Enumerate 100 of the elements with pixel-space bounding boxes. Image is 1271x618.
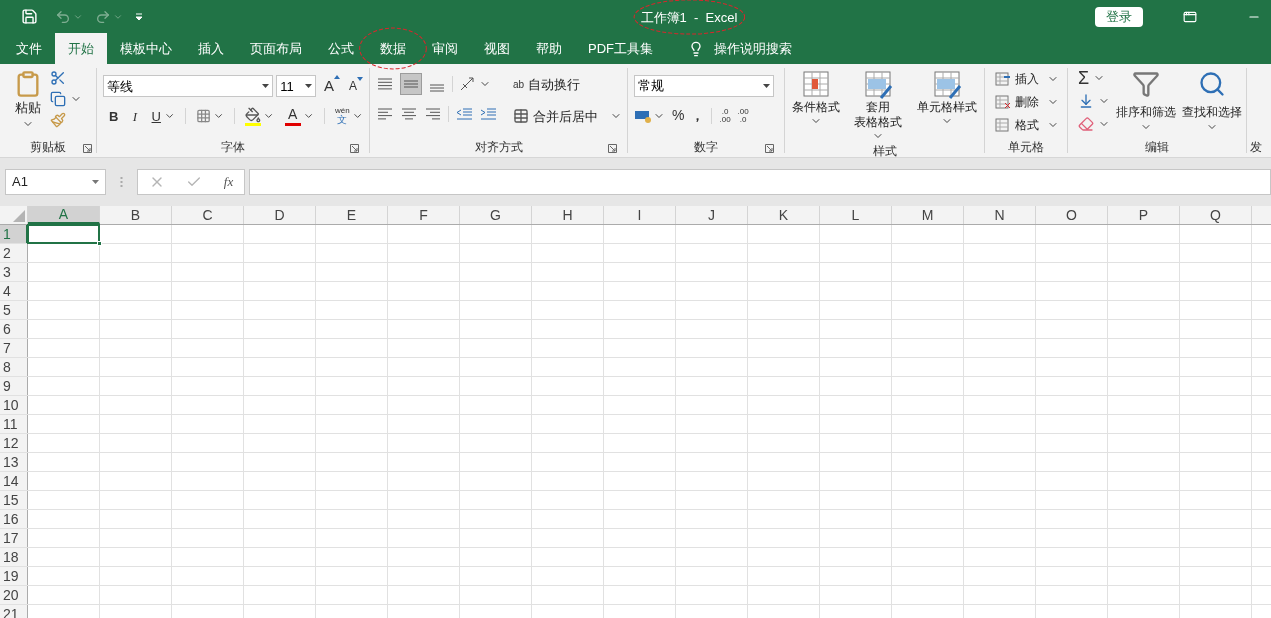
align-center-icon[interactable] <box>400 106 418 122</box>
comma-button[interactable]: ， <box>691 105 705 126</box>
active-cell[interactable] <box>27 224 100 244</box>
column-header[interactable]: C <box>172 206 244 224</box>
dialog-launcher-icon[interactable] <box>350 144 359 153</box>
row-header[interactable]: 13 <box>0 453 28 471</box>
copy-icon[interactable] <box>50 91 66 107</box>
column-header[interactable]: I <box>604 206 676 224</box>
ribbon-tab[interactable]: 公式 <box>315 33 367 64</box>
row-header[interactable]: 10 <box>0 396 28 414</box>
merge-center-button[interactable]: 合并后居中 <box>513 106 622 126</box>
column-header[interactable]: N <box>964 206 1036 224</box>
ribbon-tab[interactable]: 插入 <box>185 33 237 64</box>
grow-font-button[interactable]: A <box>323 75 340 98</box>
column-header[interactable]: E <box>316 206 388 224</box>
column-header[interactable]: L <box>820 206 892 224</box>
percent-button[interactable]: % <box>672 105 685 126</box>
row-header[interactable]: 11 <box>0 415 28 433</box>
ribbon-display-icon[interactable] <box>1183 9 1197 24</box>
ribbon-tab[interactable]: 文件 <box>3 33 55 64</box>
row-header[interactable]: 21 <box>0 605 28 618</box>
sort-filter-button[interactable]: 排序和筛选 <box>1116 68 1176 137</box>
currency-icon[interactable] <box>634 108 652 123</box>
cut-icon[interactable] <box>50 70 66 86</box>
sign-in-button[interactable]: 登录 <box>1095 6 1143 27</box>
row-header[interactable]: 5 <box>0 301 28 319</box>
row-header[interactable]: 18 <box>0 548 28 566</box>
autosum-button[interactable]: Σ <box>1078 68 1110 88</box>
column-header[interactable]: O <box>1036 206 1108 224</box>
align-right-icon[interactable] <box>424 106 442 122</box>
row-header[interactable]: 2 <box>0 244 28 262</box>
italic-button[interactable]: I <box>129 106 141 126</box>
dialog-launcher-icon[interactable] <box>83 144 92 153</box>
column-header[interactable]: Q <box>1180 206 1252 224</box>
cells-button[interactable]: 插入 <box>995 69 1067 89</box>
row-header[interactable]: 12 <box>0 434 28 452</box>
ribbon-tab[interactable]: 开始 <box>55 33 107 64</box>
eraser-icon[interactable] <box>1078 116 1094 132</box>
increase-decimal-button[interactable]: .0 .00 <box>719 107 731 124</box>
align-left-icon[interactable] <box>376 106 394 122</box>
row-header[interactable]: 3 <box>0 263 28 281</box>
insert-function-button[interactable]: fx <box>223 172 234 192</box>
style-button[interactable]: 套用 表格格式 <box>854 70 903 142</box>
font-name-dropdown[interactable]: 等线 <box>103 75 274 98</box>
column-header[interactable]: P <box>1108 206 1180 224</box>
row-header[interactable]: 19 <box>0 567 28 585</box>
column-header[interactable]: M <box>892 206 964 224</box>
underline-button[interactable]: U <box>150 106 162 126</box>
column-header[interactable]: J <box>676 206 748 224</box>
find-select-button[interactable]: 查找和选择 <box>1182 68 1242 137</box>
ribbon-tab[interactable]: 视图 <box>471 33 523 64</box>
tell-me-search[interactable]: 操作说明搜索 <box>714 38 792 59</box>
bold-button[interactable]: B <box>108 106 120 126</box>
fill-icon[interactable] <box>1078 93 1094 109</box>
ribbon-tab[interactable]: 页面布局 <box>237 33 315 64</box>
column-header[interactable]: D <box>244 206 316 224</box>
style-button[interactable]: 条件格式 <box>792 70 841 142</box>
row-header[interactable]: 1 <box>0 225 28 243</box>
row-header[interactable]: 14 <box>0 472 28 490</box>
column-header[interactable]: H <box>532 206 604 224</box>
style-button[interactable]: 单元格样式 <box>916 70 977 142</box>
decrease-decimal-button[interactable]: .00 .0 <box>737 107 749 124</box>
number-format-dropdown[interactable]: 常规 <box>634 75 774 97</box>
row-header[interactable]: 8 <box>0 358 28 376</box>
ribbon-tab[interactable]: 帮助 <box>523 33 575 64</box>
dialog-launcher-icon[interactable] <box>608 144 617 153</box>
row-header[interactable]: 7 <box>0 339 28 357</box>
column-header[interactable]: F <box>388 206 460 224</box>
column-header[interactable]: G <box>460 206 532 224</box>
font-size-dropdown[interactable]: 11 <box>276 75 316 98</box>
ribbon-tab[interactable]: 模板中心 <box>107 33 185 64</box>
row-header[interactable]: 6 <box>0 320 28 338</box>
column-header[interactable]: K <box>748 206 820 224</box>
save-icon[interactable] <box>21 8 38 25</box>
name-box[interactable]: A1 <box>5 169 106 195</box>
cells-button[interactable]: 格式 <box>995 115 1067 135</box>
align-top-icon[interactable] <box>376 76 394 92</box>
orientation-icon[interactable] <box>459 76 477 92</box>
customize-toolbar-icon[interactable] <box>135 12 143 21</box>
phonetic-guide-button[interactable]: wén 文 <box>334 107 350 126</box>
cells-button[interactable]: 删除 <box>995 92 1067 112</box>
row-header[interactable]: 9 <box>0 377 28 395</box>
shrink-font-button[interactable]: A <box>349 77 363 96</box>
ribbon-tab[interactable]: 审阅 <box>419 33 471 64</box>
dialog-launcher-icon[interactable] <box>765 144 774 153</box>
ribbon-tab[interactable]: PDF工具集 <box>575 33 666 64</box>
row-header[interactable]: 17 <box>0 529 28 547</box>
formula-input[interactable] <box>249 169 1271 195</box>
row-header[interactable]: 20 <box>0 586 28 604</box>
fill-color-button[interactable] <box>245 106 262 126</box>
wrap-text-button[interactable]: ab 自动换行 <box>513 75 622 95</box>
column-header[interactable]: B <box>100 206 172 224</box>
row-header[interactable]: 16 <box>0 510 28 528</box>
borders-icon[interactable] <box>196 108 212 125</box>
font-color-button[interactable]: A <box>284 106 301 126</box>
row-header[interactable]: 4 <box>0 282 28 300</box>
column-header[interactable]: A <box>28 206 100 224</box>
row-header[interactable]: 15 <box>0 491 28 509</box>
paste-button[interactable]: 粘贴 <box>14 70 42 137</box>
lightbulb-icon[interactable] <box>688 40 704 57</box>
